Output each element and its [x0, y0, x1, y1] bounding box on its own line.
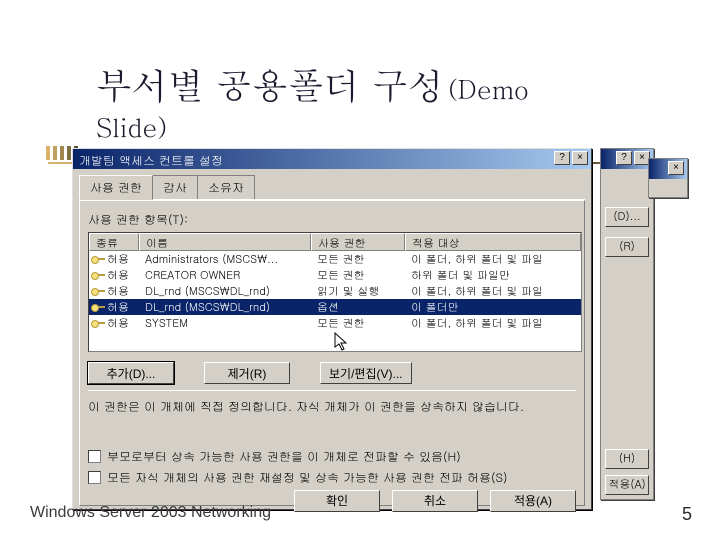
remove-button[interactable]: 제거(R)	[204, 362, 290, 384]
slide-title: 부서별 공용폴더 구성 (Demo Slide)	[96, 62, 656, 145]
list-label: 사용 권한 항목(T):	[88, 211, 576, 228]
row-type: 허용	[107, 284, 129, 299]
permission-note: 이 권한은 이 개체에 직접 정의합니다. 자식 개체가 이 권한을 상속하지 …	[88, 399, 576, 416]
acl-dialog: 개발팀 액세스 컨트롤 설정 ? × 사용 권한 감사 소유자 사용 권한 항목…	[72, 148, 592, 510]
key-icon	[91, 318, 105, 328]
table-row[interactable]: 허용 CREATOR OWNER모든 권한하위 폴더 및 파일만	[89, 267, 581, 283]
key-icon	[91, 302, 105, 312]
row-type: 허용	[107, 316, 129, 331]
dialog-titlebar[interactable]: 개발팀 액세스 컨트롤 설정 ? ×	[73, 149, 591, 169]
view-edit-button[interactable]: 보기/편집(V)...	[320, 362, 412, 384]
row-name: DL_rnd (MSCS\DL_rnd)	[139, 300, 311, 315]
row-perm: 모든 권한	[311, 316, 405, 331]
checkbox-reset-row[interactable]: 모든 자식 개체의 사용 권한 재설정 및 상속 가능한 사용 권한 전파 허용…	[88, 469, 576, 486]
row-name: SYSTEM	[139, 316, 311, 331]
tab-audit[interactable]: 감사	[152, 175, 198, 199]
table-row[interactable]: 허용 SYSTEM모든 권한이 폴더, 하위 폴더 및 파일	[89, 315, 581, 331]
row-target: 이 폴더, 하위 폴더 및 파일	[405, 316, 581, 331]
title-main: 부서별 공용폴더 구성	[96, 59, 444, 110]
table-row[interactable]: 허용 DL_rnd (MSCS\DL_rnd)옵션이 폴더만	[89, 299, 581, 315]
checkbox-inherit-label: 부모로부터 상속 가능한 사용 권한을 이 개체로 전파할 수 있음(H)	[107, 448, 461, 465]
checkbox-inherit-row[interactable]: 부모로부터 상속 가능한 사용 권한을 이 개체로 전파할 수 있음(H)	[88, 448, 576, 465]
ok-button[interactable]: 확인	[294, 490, 380, 512]
tab-owner[interactable]: 소유자	[197, 175, 255, 199]
col-name[interactable]: 이름	[139, 233, 311, 251]
row-type: 허용	[107, 300, 129, 315]
key-icon	[91, 254, 105, 264]
back-window-2: ×	[648, 158, 688, 198]
back-btn-a[interactable]: 적용(A)	[605, 475, 649, 495]
help-icon[interactable]: ?	[554, 151, 570, 165]
add-button[interactable]: 추가(D)...	[88, 362, 174, 384]
help-icon[interactable]: ?	[616, 151, 632, 165]
checkbox-reset-label: 모든 자식 개체의 사용 권한 재설정 및 상속 가능한 사용 권한 전파 허용…	[107, 469, 508, 486]
row-perm: 모든 권한	[311, 252, 405, 267]
row-perm: 옵션	[311, 300, 405, 315]
checkbox-reset[interactable]	[88, 471, 101, 484]
footer-text: Windows Server 2003 Networking	[30, 504, 271, 522]
back-btn-h[interactable]: (H)	[605, 449, 649, 469]
checkbox-inherit[interactable]	[88, 450, 101, 463]
tab-strip: 사용 권한 감사 소유자	[79, 175, 585, 200]
list-header: 종류 이름 사용 권한 적용 대상	[89, 233, 581, 251]
tab-permissions[interactable]: 사용 권한	[79, 175, 153, 200]
row-perm: 모든 권한	[311, 268, 405, 283]
col-perm[interactable]: 사용 권한	[311, 233, 405, 251]
col-target[interactable]: 적용 대상	[405, 233, 581, 251]
back-window-1: ?× (D)... (R) (H) 적용(A)	[600, 148, 654, 500]
row-target: 이 폴더만	[405, 300, 581, 315]
close-icon[interactable]: ×	[668, 161, 684, 175]
title-line2: Slide)	[96, 109, 656, 145]
row-type: 허용	[107, 268, 129, 283]
title-suffix: (Demo	[448, 71, 529, 107]
row-target: 이 폴더, 하위 폴더 및 파일	[405, 284, 581, 299]
back-btn-r[interactable]: (R)	[605, 237, 649, 257]
key-icon	[91, 270, 105, 280]
row-name: CREATOR OWNER	[139, 268, 311, 283]
row-perm: 읽기 및 실행	[311, 284, 405, 299]
table-row[interactable]: 허용 DL_rnd (MSCS\DL_rnd)읽기 및 실행이 폴더, 하위 폴더…	[89, 283, 581, 299]
close-icon[interactable]: ×	[572, 151, 588, 165]
divider	[88, 390, 576, 391]
table-row[interactable]: 허용 Administrators (MSCS\...모든 권한이 폴더, 하위 …	[89, 251, 581, 267]
row-target: 하위 폴더 및 파일만	[405, 268, 581, 283]
row-target: 이 폴더, 하위 폴더 및 파일	[405, 252, 581, 267]
row-name: DL_rnd (MSCS\DL_rnd)	[139, 284, 311, 299]
tab-panel: 사용 권한 항목(T): 종류 이름 사용 권한 적용 대상 허용 Adminis…	[79, 200, 585, 506]
cancel-button[interactable]: 취소	[392, 490, 478, 512]
permission-list[interactable]: 종류 이름 사용 권한 적용 대상 허용 Administrators (MSCS…	[88, 232, 582, 352]
col-type[interactable]: 종류	[89, 233, 139, 251]
row-name: Administrators (MSCS\...	[139, 252, 311, 267]
key-icon	[91, 286, 105, 296]
page-number: 5	[682, 504, 692, 525]
row-type: 허용	[107, 252, 129, 267]
dialog-title: 개발팀 액세스 컨트롤 설정	[79, 152, 223, 169]
apply-button[interactable]: 적용(A)	[490, 490, 576, 512]
back-btn-d[interactable]: (D)...	[605, 207, 649, 227]
